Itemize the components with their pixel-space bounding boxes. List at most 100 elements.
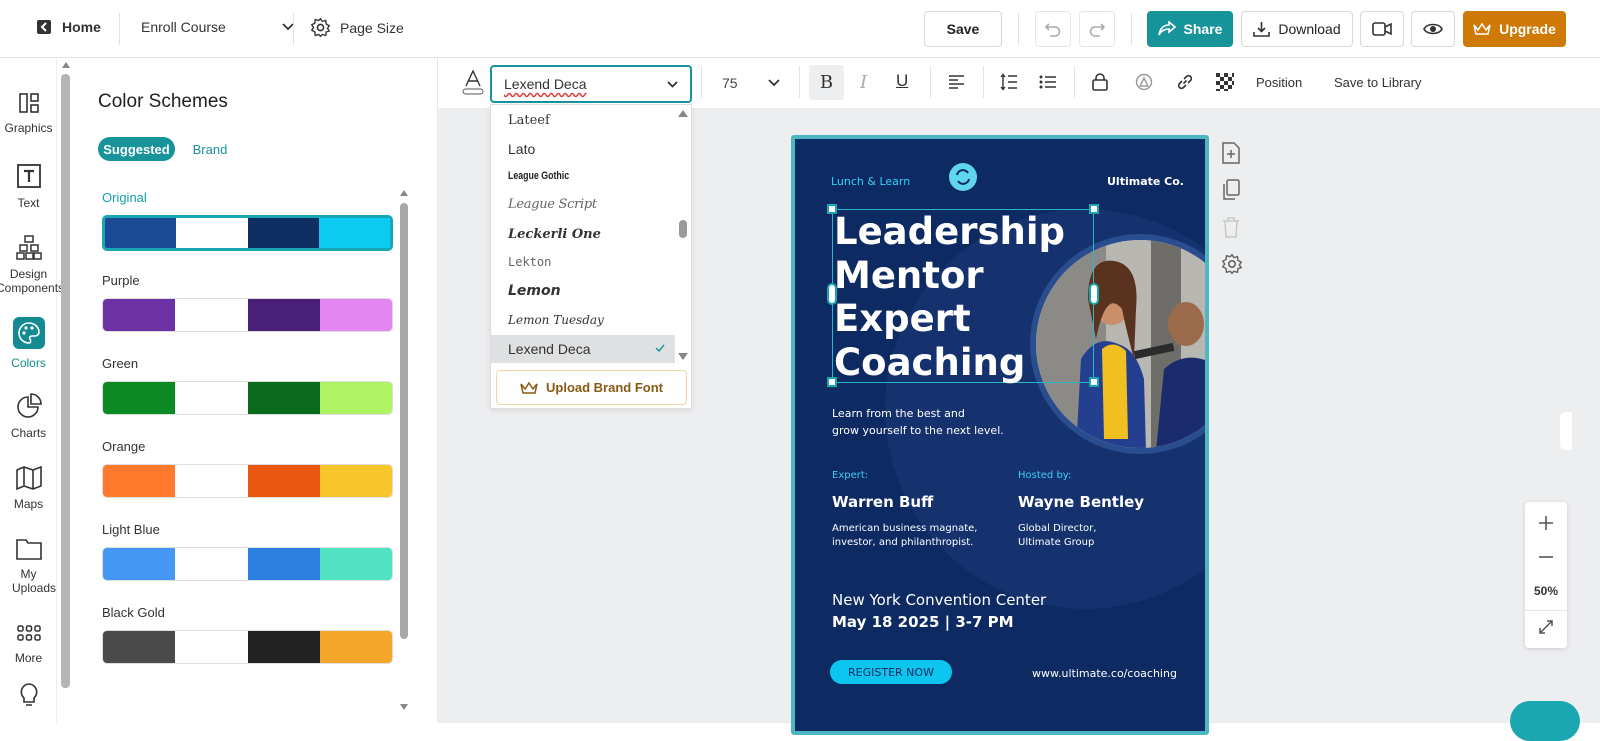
heading-text[interactable]: Leadership Mentor Expert Coaching xyxy=(832,209,1094,384)
zoom-out-icon[interactable] xyxy=(1538,555,1554,559)
add-page-icon[interactable] xyxy=(1221,142,1243,164)
sidebar-item-charts[interactable]: Charts xyxy=(0,393,57,440)
color-chip[interactable] xyxy=(247,548,320,580)
scheme-black-gold[interactable]: Black Gold xyxy=(102,605,393,664)
font-option-selected[interactable]: Lexend Deca xyxy=(491,335,675,363)
font-option[interactable]: Leckerli One xyxy=(491,221,675,247)
font-option[interactable]: Lemon Tuesday xyxy=(491,307,675,333)
upgrade-button[interactable]: Upgrade xyxy=(1463,11,1566,47)
font-option[interactable]: League Script xyxy=(491,191,675,217)
sidebar-item-text[interactable]: Text xyxy=(0,163,57,210)
share-button[interactable]: Share xyxy=(1147,11,1233,47)
ideas-button[interactable] xyxy=(0,682,57,711)
panel-scrollbar[interactable] xyxy=(398,186,410,726)
zoom-in-icon[interactable] xyxy=(1538,515,1554,531)
tab-suggested[interactable]: Suggested xyxy=(98,137,175,161)
scheme-original[interactable]: Original xyxy=(102,190,393,251)
font-option[interactable]: Lemon xyxy=(491,278,675,304)
color-chip[interactable] xyxy=(247,299,320,331)
color-chip[interactable] xyxy=(103,631,176,663)
date-text[interactable]: May 18 2025 | 3-7 PM xyxy=(832,613,1014,631)
preview-button[interactable] xyxy=(1411,11,1455,47)
position-button[interactable]: Position xyxy=(1256,75,1302,90)
font-option[interactable]: Lato xyxy=(491,136,675,162)
line-height-icon[interactable] xyxy=(1000,73,1018,91)
venue-text[interactable]: New York Convention Center xyxy=(832,591,1046,609)
delete-page-icon[interactable] xyxy=(1221,216,1243,238)
resize-handle[interactable] xyxy=(827,283,837,305)
brand-name[interactable]: Ultimate Co. xyxy=(1107,175,1184,188)
sidebar-item-my-uploads[interactable]: My Uploads xyxy=(0,538,57,595)
resize-handle[interactable] xyxy=(1089,283,1099,305)
color-chip[interactable] xyxy=(319,548,392,580)
color-chip[interactable] xyxy=(247,382,320,414)
resize-handle[interactable] xyxy=(827,204,837,214)
expert-description[interactable]: American business magnate, investor, and… xyxy=(832,522,977,550)
resize-handle[interactable] xyxy=(827,377,837,387)
color-chip[interactable] xyxy=(247,631,320,663)
dropdown-scrollbar[interactable] xyxy=(676,107,690,363)
chevron-down-icon[interactable] xyxy=(768,79,780,87)
color-chip[interactable] xyxy=(103,299,176,331)
color-chip[interactable] xyxy=(319,631,392,663)
italic-icon[interactable]: I xyxy=(860,72,867,93)
color-chip[interactable] xyxy=(175,548,248,580)
design-page[interactable]: Lunch & Learn Ultimate Co. Leadership Me… xyxy=(791,135,1209,735)
host-description[interactable]: Global Director, Ultimate Group xyxy=(1018,522,1096,550)
color-chip[interactable] xyxy=(319,382,392,414)
font-color-icon[interactable] xyxy=(462,70,484,96)
save-button[interactable]: Save xyxy=(924,11,1002,47)
resize-handle[interactable] xyxy=(1089,204,1099,214)
sidebar-item-graphics[interactable]: Graphics xyxy=(0,92,57,135)
color-chip[interactable] xyxy=(247,218,319,248)
color-chip[interactable] xyxy=(175,465,248,497)
lock-icon[interactable] xyxy=(1092,73,1108,91)
right-panel-toggle[interactable] xyxy=(1560,412,1572,450)
color-chip[interactable] xyxy=(247,465,320,497)
color-chip[interactable] xyxy=(318,218,390,248)
link-icon[interactable] xyxy=(1176,73,1194,91)
redo-button[interactable] xyxy=(1079,11,1115,47)
color-chip[interactable] xyxy=(319,465,392,497)
align-left-icon[interactable] xyxy=(948,75,965,89)
color-chip[interactable] xyxy=(175,631,248,663)
scheme-green[interactable]: Green xyxy=(102,356,393,415)
host-name[interactable]: Wayne Bentley xyxy=(1018,493,1144,511)
effects-icon[interactable] xyxy=(1135,73,1153,91)
color-chip[interactable] xyxy=(103,548,176,580)
font-option[interactable]: League Gothic xyxy=(494,163,641,189)
fit-screen-icon[interactable] xyxy=(1538,619,1554,635)
download-button[interactable]: Download xyxy=(1241,11,1353,47)
sidebar-item-more[interactable]: More xyxy=(0,624,57,665)
color-chip[interactable] xyxy=(176,218,248,248)
host-label[interactable]: Hosted by: xyxy=(1018,470,1071,481)
home-button[interactable]: Home xyxy=(36,19,101,35)
help-chat-button[interactable] xyxy=(1510,701,1580,741)
course-select[interactable]: Enroll Course xyxy=(141,19,294,35)
color-chip[interactable] xyxy=(175,382,248,414)
color-chip[interactable] xyxy=(103,465,176,497)
font-size-value[interactable]: 75 xyxy=(722,75,738,91)
scheme-orange[interactable]: Orange xyxy=(102,439,393,498)
logo-icon[interactable] xyxy=(949,163,977,191)
website-url[interactable]: www.ultimate.co/coaching xyxy=(1032,667,1177,680)
sidebar-item-design-components[interactable]: Design Components xyxy=(0,234,61,295)
expert-label[interactable]: Expert: xyxy=(832,470,868,481)
event-tag[interactable]: Lunch & Learn xyxy=(831,175,910,188)
video-button[interactable] xyxy=(1360,11,1404,47)
bold-button[interactable]: B xyxy=(809,65,844,100)
font-family-select[interactable]: Lexend Deca xyxy=(490,65,692,103)
tab-brand[interactable]: Brand xyxy=(182,137,238,161)
register-button[interactable]: REGISTER NOW xyxy=(830,660,952,684)
undo-button[interactable] xyxy=(1035,11,1071,47)
page-settings-icon[interactable] xyxy=(1221,253,1243,275)
scheme-purple[interactable]: Purple xyxy=(102,273,393,332)
scheme-light-blue[interactable]: Light Blue xyxy=(102,522,393,581)
sidebar-scrollbar[interactable] xyxy=(60,58,72,723)
color-chip[interactable] xyxy=(319,299,392,331)
transparency-icon[interactable] xyxy=(1216,73,1234,91)
resize-handle[interactable] xyxy=(1089,377,1099,387)
expert-name[interactable]: Warren Buff xyxy=(832,493,933,511)
duplicate-page-icon[interactable] xyxy=(1221,179,1243,201)
subtitle-text[interactable]: Learn from the best and grow yourself to… xyxy=(832,405,1004,439)
